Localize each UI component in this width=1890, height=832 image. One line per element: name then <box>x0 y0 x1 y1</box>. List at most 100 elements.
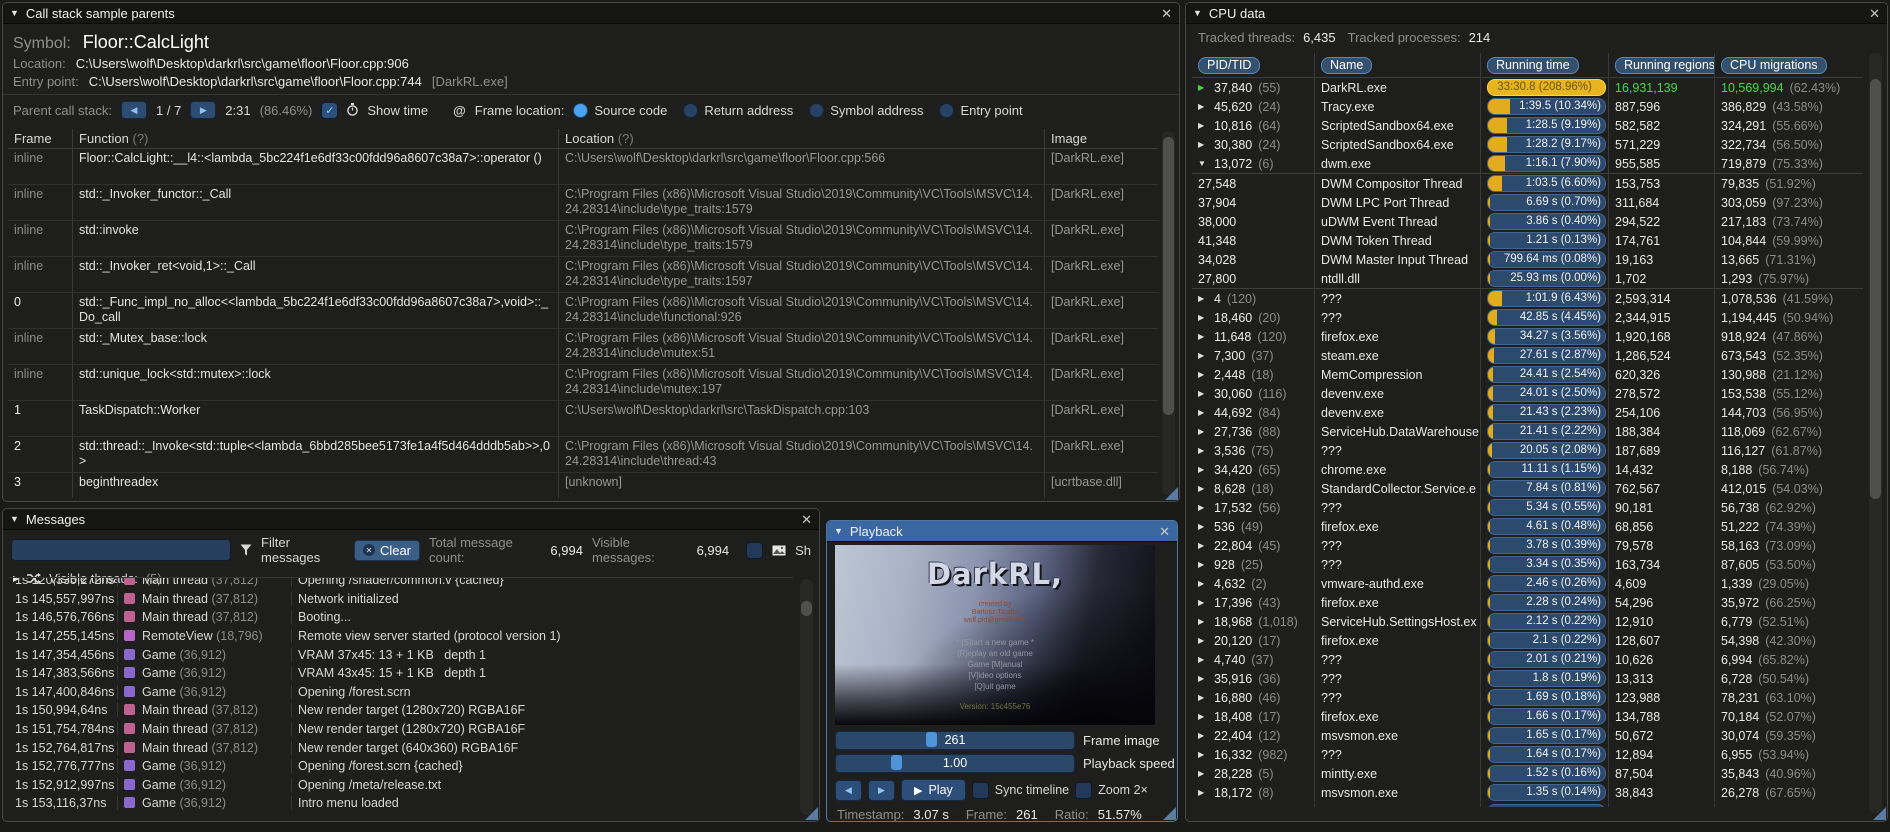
expander-icon[interactable]: ▶ <box>1198 102 1208 111</box>
expander-icon[interactable]: ▶ <box>1198 655 1208 664</box>
next-frame-button[interactable]: ▶ <box>868 779 895 801</box>
expander-icon[interactable]: ▶ <box>1198 140 1208 149</box>
message-row[interactable]: 1s 153,116,37ns Game (36,912) Intro menu l… <box>9 794 793 813</box>
message-row[interactable]: 1s 152,776,777ns Game (36,912) Opening /fo… <box>9 757 793 776</box>
collapse-icon[interactable]: ▼ <box>10 8 19 18</box>
playback-titlebar[interactable]: ▼ Playback ✕ <box>827 521 1177 542</box>
cpu-process-row[interactable]: ▶ 3,536 (75)??? 20.05 s (2.08%) 187,689 116,1… <box>1192 441 1863 460</box>
cpu-process-row[interactable]: ▶ 30,380 (24) ScriptedSandbox64.exe 1:28.2 (… <box>1192 135 1863 154</box>
message-row[interactable]: 1s 152,912,997ns Game (36,912) Opening /me… <box>9 776 793 795</box>
expander-icon[interactable]: ▶ <box>1198 731 1208 740</box>
message-row[interactable]: 1s 147,400,846ns Game (36,912) Opening /fo… <box>9 683 793 702</box>
col-location[interactable]: Location (?) <box>558 129 1044 148</box>
expander-icon[interactable]: ▼ <box>1198 159 1208 168</box>
expander-icon[interactable]: ▶ <box>1198 465 1208 474</box>
radio-return-address[interactable]: Return address <box>683 102 793 118</box>
next-callstack-button[interactable]: ▶ <box>190 101 217 119</box>
expander-icon[interactable]: ▶ <box>1198 617 1208 626</box>
expander-icon[interactable]: ▶ <box>1198 370 1208 379</box>
collapse-icon[interactable]: ▼ <box>834 526 843 536</box>
callstack-row[interactable]: 1 TaskDispatch::Worker C:\Users\wolf\Deskt… <box>8 401 1158 437</box>
cpu-process-row[interactable]: ▶ 45,620 (24) Tracy.exe 1:39.5 (10.34%) 887,5… <box>1192 97 1863 116</box>
expander-icon[interactable]: ▶ <box>1198 693 1208 702</box>
cpu-process-row[interactable]: ▶ 8,628 (18) StandardCollector.Service.e 7.8… <box>1192 479 1863 498</box>
col-function[interactable]: Function (?) <box>72 129 558 148</box>
messages-scrollbar-thumb[interactable] <box>801 601 812 616</box>
collapse-icon[interactable]: ▼ <box>1193 8 1202 18</box>
cpu-process-row[interactable]: 41,348 DWM Token Thread 1.21 s (0.13%) 174,… <box>1192 231 1863 250</box>
close-icon[interactable]: ✕ <box>1159 525 1170 538</box>
radio-source-code[interactable]: Source code <box>573 102 667 118</box>
show-images-checkbox[interactable] <box>746 541 764 559</box>
close-icon[interactable]: ✕ <box>1161 7 1172 20</box>
cpu-process-row[interactable]: 27,800 ntdll.dll 25.93 ms (0.00%) 1,702 1,29… <box>1192 269 1863 289</box>
cpu-process-row[interactable]: ▶ 22,404 (12) msvsmon.exe 1.65 s (0.17%) 50,6… <box>1192 726 1863 745</box>
expander-icon[interactable]: ▶ <box>1198 121 1208 130</box>
callstack-row[interactable]: inline std::invoke C:\Program Files (x86)\… <box>8 221 1158 257</box>
message-row[interactable]: 1s 147,255,145ns RemoteView (18,796) Remot… <box>9 627 793 646</box>
messages-titlebar[interactable]: ▼ Messages ✕ <box>3 509 819 530</box>
cpu-process-row[interactable]: ▶ 10,816 (64) ScriptedSandbox64.exe 1:28.5 (… <box>1192 116 1863 135</box>
col-cpu-migrations[interactable]: CPU migrations <box>1714 53 1863 77</box>
clear-button[interactable]: ✕ Clear <box>353 539 421 561</box>
expander-icon[interactable]: ▶ <box>1198 560 1208 569</box>
callstack-titlebar[interactable]: ▼ Call stack sample parents ✕ <box>3 3 1179 24</box>
cpu-process-row[interactable]: ▶ 2,448 (18) MemCompression 24.41 s (2.54%) 6… <box>1192 365 1863 384</box>
zoom-checkbox[interactable] <box>1075 781 1093 799</box>
message-row[interactable]: 1s 151,754,784ns Main thread (37,812) New … <box>9 720 793 739</box>
close-icon[interactable]: ✕ <box>1869 7 1880 20</box>
cpu-process-row[interactable]: ▶ 928 (25)??? 3.34 s (0.35%) 163,734 87,605 (5… <box>1192 555 1863 574</box>
callstack-row[interactable]: inline std::_Invoker_ret<void,1>::_Call C:… <box>8 257 1158 293</box>
cpu-process-row[interactable]: ▶ 20,120 (17) firefox.exe 2.1 s (0.22%) 128,6… <box>1192 631 1863 650</box>
prev-frame-button[interactable]: ◀ <box>835 779 862 801</box>
callstack-row[interactable]: inline std::_Invoker_functor::_Call C:\Pro… <box>8 185 1158 221</box>
col-image[interactable]: Image <box>1044 129 1158 148</box>
frame-slider[interactable]: 261 <box>835 731 1075 750</box>
filter-input[interactable] <box>11 539 232 561</box>
cpu-process-row[interactable]: ▶ 4,632 (2) vmware-authd.exe 2.46 s (0.26%) 4… <box>1192 574 1863 593</box>
expander-icon[interactable]: ▶ <box>1198 351 1208 360</box>
cpu-scrollbar-thumb[interactable] <box>1870 79 1881 499</box>
sync-timeline-checkbox[interactable] <box>971 781 989 799</box>
cpu-process-row[interactable]: 34,028 DWM Master Input Thread 799.64 ms (… <box>1192 250 1863 269</box>
callstack-row[interactable]: 0 std::_Func_impl_no_alloc<<lambda_5bc224… <box>8 293 1158 329</box>
cpu-process-row[interactable]: ▼ 13,072 (6) dwm.exe 1:16.1 (7.90%) 955,585 71… <box>1192 154 1863 174</box>
callstack-scrollbar[interactable] <box>1162 131 1175 495</box>
cpu-process-row[interactable]: ▶ 17,532 (56)??? 5.34 s (0.55%) 90,181 56,738… <box>1192 498 1863 517</box>
callstack-row[interactable]: inline std::_Mutex_base::lock C:\Program F… <box>8 329 1158 365</box>
callstack-row[interactable]: inline Floor::CalcLight::__l4::<lambda_5b… <box>8 149 1158 185</box>
cpu-process-row[interactable]: ▶ 16,332 (982)??? 1.64 s (0.17%) 12,894 6,955… <box>1192 745 1863 764</box>
cpu-process-row[interactable]: ▶ 4 (120)??? 1:01.9 (6.43%) 2,593,314 1,078,5… <box>1192 289 1863 308</box>
col-frame[interactable]: Frame <box>8 129 72 148</box>
close-icon[interactable]: ✕ <box>801 513 812 526</box>
play-button[interactable]: ▶ Play <box>901 779 966 801</box>
resize-grip[interactable] <box>805 807 818 820</box>
entry-point-value[interactable]: C:\Users\wolf\Desktop\darkrl\src\game\fl… <box>89 74 422 89</box>
collapse-icon[interactable]: ▼ <box>10 514 19 524</box>
expander-icon[interactable]: ▶ <box>1198 674 1208 683</box>
expander-icon[interactable]: ▶ <box>1198 636 1208 645</box>
expander-icon[interactable]: ▶ <box>1198 408 1208 417</box>
cpu-scrollbar[interactable] <box>1869 53 1882 813</box>
expander-icon[interactable]: ▶ <box>1198 579 1208 588</box>
message-row[interactable]: 1s 152,764,817ns Main thread (37,812) New … <box>9 738 793 757</box>
message-row[interactable]: 1s 146,576,766ns Main thread (37,812) Boot… <box>9 608 793 627</box>
expander-icon[interactable]: ▶ <box>1198 788 1208 797</box>
cpu-process-row[interactable]: ▶ 7,300 (37) steam.exe 27.61 s (2.87%) 1,286,… <box>1192 346 1863 365</box>
col-running-regions[interactable]: Running regions <box>1608 53 1714 77</box>
cpu-process-row[interactable]: ▶ 18,968 (1,018) ServiceHub.SettingsHost.ex… <box>1192 612 1863 631</box>
expander-icon[interactable]: ▶ <box>1198 522 1208 531</box>
expander-icon[interactable]: ▶ <box>1198 83 1208 92</box>
cpu-process-row[interactable]: ▶ 16,880 (46)??? 1.69 s (0.18%) 123,988 78,23… <box>1192 688 1863 707</box>
col-pid-tid[interactable]: PID/TID <box>1192 53 1314 77</box>
cpu-process-row[interactable]: ▶ 34,420 (65) chrome.exe 11.11 s (1.15%) 14,4… <box>1192 460 1863 479</box>
resize-grip[interactable] <box>1873 807 1886 820</box>
cpu-process-row[interactable]: ▶ 4,740 (37)??? 2.01 s (0.21%) 10,626 6,994 (6… <box>1192 650 1863 669</box>
message-row[interactable]: 1s 145,557,997ns Main thread (37,812) Netw… <box>9 590 793 609</box>
expander-icon[interactable]: ▶ <box>1198 712 1208 721</box>
expander-icon[interactable]: ▶ <box>1198 294 1208 303</box>
expander-icon[interactable]: ▶ <box>1198 541 1208 550</box>
show-time-checkbox[interactable]: ✓ <box>321 101 339 119</box>
radio-entry-point[interactable]: Entry point <box>939 102 1023 118</box>
expander-icon[interactable]: ▶ <box>1198 503 1208 512</box>
